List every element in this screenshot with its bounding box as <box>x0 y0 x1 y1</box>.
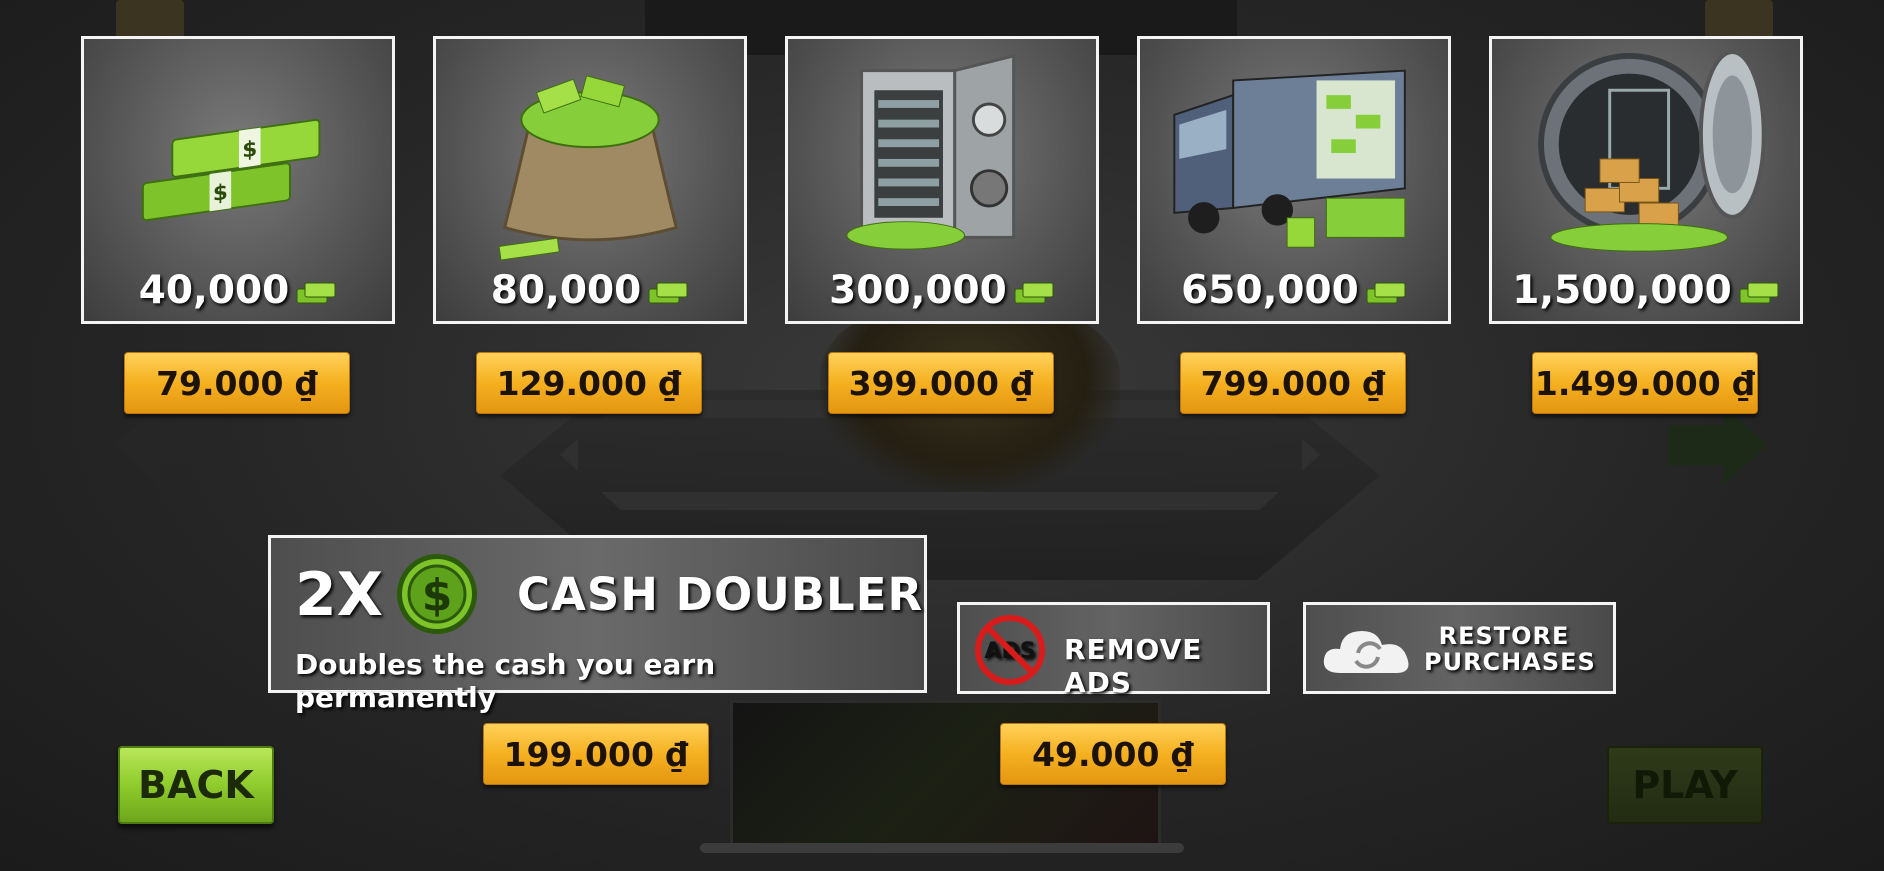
remove-ads-label: REMOVE ADS <box>1064 633 1203 699</box>
pack-card-5[interactable]: 1,500,000 <box>1489 36 1803 324</box>
cash-doubler-panel[interactable]: 2X $ CASH DOUBLER Doubles the cash you e… <box>268 535 927 714</box>
svg-text:$: $ <box>242 137 257 164</box>
pack-card-2[interactable]: 80,000 <box>433 36 747 324</box>
back-button[interactable]: BACK <box>118 746 274 824</box>
remove-ads-panel[interactable]: ADS REMOVE ADS <box>957 602 1270 699</box>
svg-text:$: $ <box>213 180 228 207</box>
cash-icon <box>296 282 336 303</box>
play-button[interactable]: PLAY <box>1607 746 1763 824</box>
pack-amount: 300,000 <box>788 268 1096 313</box>
pack-card-3[interactable]: 300,000 <box>785 36 1099 324</box>
dollar-coin-icon: $ <box>397 554 477 634</box>
restore-label-line2: PURCHASES <box>1424 648 1596 676</box>
cash-icon <box>1014 282 1054 303</box>
doubler-title: CASH DOUBLER <box>517 568 924 621</box>
pack-card-1[interactable]: $ $ 40,000 <box>81 36 395 324</box>
restore-purchases-label: RESTORE PURCHASES <box>1424 622 1596 676</box>
cash-stack-icon: $ $ <box>141 118 321 222</box>
no-ads-icon: ADS <box>975 615 1045 685</box>
pack-price-button-2[interactable]: 129.000 ₫ <box>476 352 702 414</box>
restore-label-line1: RESTORE <box>1438 622 1570 650</box>
pack-card-4[interactable]: 650,000 <box>1137 36 1451 324</box>
money-bag-icon <box>498 75 679 261</box>
doubler-description: Doubles the cash you earn permanently <box>295 648 716 714</box>
cash-icon <box>1366 282 1406 303</box>
restore-purchases-button[interactable]: RESTORE PURCHASES <box>1303 602 1616 694</box>
safe-icon <box>846 54 1016 250</box>
vault-icon <box>1538 50 1766 252</box>
pack-amount: 80,000 <box>436 268 744 313</box>
pack-price-button-4[interactable]: 799.000 ₫ <box>1180 352 1406 414</box>
pack-amount: 650,000 <box>1140 268 1448 313</box>
pack-amount: 1,500,000 <box>1492 268 1800 313</box>
svg-text:$: $ <box>422 570 453 621</box>
cash-icon <box>648 282 688 303</box>
doubler-multiplier: 2X <box>295 560 384 630</box>
armored-truck-icon <box>1173 69 1406 248</box>
pack-price-button-3[interactable]: 399.000 ₫ <box>828 352 1054 414</box>
doubler-price-button[interactable]: 199.000 ₫ <box>483 723 709 785</box>
next-car-arrow-icon <box>1668 405 1768 485</box>
pack-price-button-5[interactable]: 1.499.000 ₫ <box>1532 352 1758 414</box>
previous-car-arrow-icon <box>115 405 215 485</box>
remove-ads-price-button[interactable]: 49.000 ₫ <box>1000 723 1226 785</box>
home-indicator[interactable] <box>700 843 1184 853</box>
pack-amount: 40,000 <box>84 268 392 313</box>
cash-icon <box>1739 282 1779 303</box>
cloud-sync-icon <box>1323 631 1409 673</box>
pack-price-button-1[interactable]: 79.000 ₫ <box>124 352 350 414</box>
